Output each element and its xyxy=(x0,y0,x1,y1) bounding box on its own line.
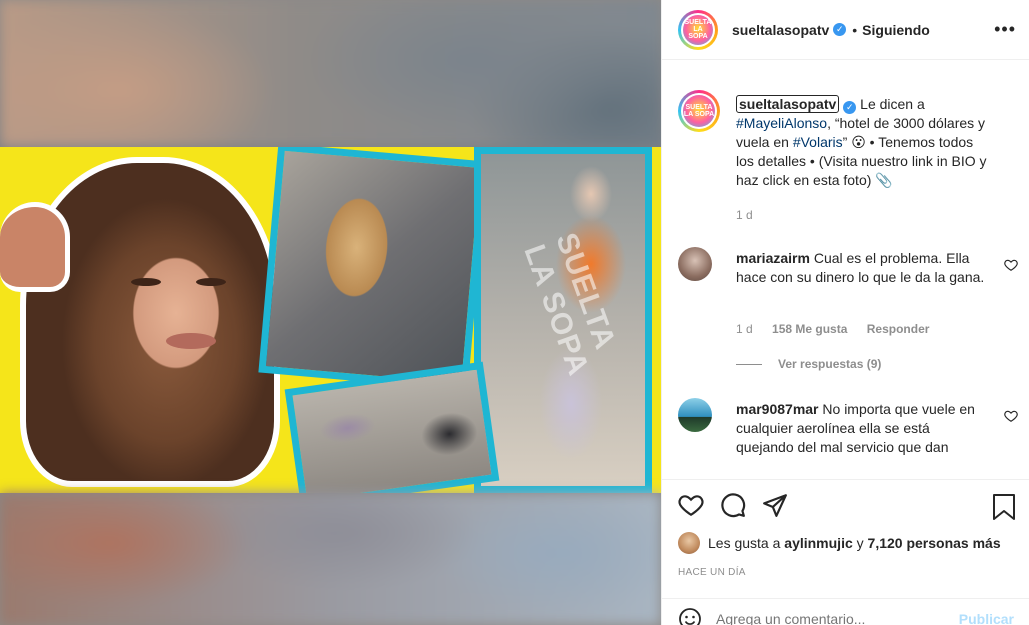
comment: mariazairm Cual es el problema. Ella hac… xyxy=(678,247,1018,377)
reply-button[interactable]: Responder xyxy=(867,322,930,336)
caption-username[interactable]: sueltalasopatv xyxy=(736,95,840,113)
eye-left xyxy=(131,278,161,286)
caption-avatar[interactable]: SUELTA LA SOPA xyxy=(678,90,720,132)
comment-likes[interactable]: 158 Me gusta xyxy=(772,322,847,336)
caption-time[interactable]: 1 d xyxy=(736,208,753,222)
likes-conjunction: y xyxy=(856,535,864,551)
like-comment-heart-icon[interactable] xyxy=(1004,258,1018,272)
comment-text: mariazairm Cual es el problema. Ella hac… xyxy=(736,249,990,287)
comment-meta: 1 d 158 Me gusta Responder xyxy=(736,322,929,336)
likes-count[interactable]: 7,120 personas más xyxy=(868,535,1001,551)
likes-summary: Les gusta a aylinmujic y 7,120 personas … xyxy=(678,532,1001,554)
caption-text: sueltalasopatv ✓ Le dicen a #MayeliAlonso… xyxy=(736,95,990,190)
post-media[interactable]: SUELTA LA SOPA xyxy=(0,0,661,625)
header-username[interactable]: sueltalasopatv xyxy=(732,22,829,38)
eye-right xyxy=(196,278,226,286)
publish-button[interactable]: Publicar xyxy=(959,611,1014,625)
liker-username[interactable]: aylinmujic xyxy=(784,535,852,551)
view-replies-label: Ver respuestas (9) xyxy=(778,357,882,371)
like-comment-heart-icon[interactable] xyxy=(1004,409,1018,423)
post-header: SUELTA LA SOPA sueltalasopatv ✓ • Siguie… xyxy=(662,0,1029,60)
verified-badge-icon: ✓ xyxy=(843,101,857,114)
brand-logo: SUELTA LA SOPA xyxy=(683,14,713,45)
liker-avatar[interactable] xyxy=(678,532,700,554)
hashtag-link[interactable]: #MayeliAlonso xyxy=(736,115,827,131)
add-comment-bar: Publicar xyxy=(662,598,1029,625)
airport-woman-panel xyxy=(258,147,488,391)
watermark-text: SUELTA LA SOPA xyxy=(517,228,622,381)
caption-text-before: Le dicen a xyxy=(860,96,925,112)
separator-dot: • xyxy=(852,21,858,38)
comment-username[interactable]: mar9087mar xyxy=(736,401,819,417)
comment-username[interactable]: mariazairm xyxy=(736,250,810,266)
divider-line xyxy=(736,363,762,365)
post-actions: Les gusta a aylinmujic y 7,120 personas … xyxy=(662,479,1029,625)
check-in-counter-panel: SUELTA LA SOPA xyxy=(474,147,652,493)
luggage-panel xyxy=(284,361,500,493)
brand-logo: SUELTA LA SOPA xyxy=(683,95,715,127)
verified-badge-icon: ✓ xyxy=(833,23,847,36)
comment-time[interactable]: 1 d xyxy=(736,322,753,336)
post-sidebar: SUELTA LA SOPA sueltalasopatv ✓ • Siguie… xyxy=(661,0,1029,625)
comment-input[interactable] xyxy=(716,610,959,625)
more-options-icon[interactable]: ••• xyxy=(994,20,1016,38)
woman-portrait xyxy=(20,157,280,487)
comment-text: mar9087mar No importa que vuele en cualq… xyxy=(736,400,990,457)
comments-list[interactable]: SUELTA LA SOPA sueltalasopatv ✓ Le dicen … xyxy=(662,61,1029,479)
woman-portrait-panel xyxy=(0,147,290,493)
avatar[interactable]: SUELTA LA SOPA xyxy=(678,9,718,50)
blurred-background-top xyxy=(0,0,661,147)
emoji-icon[interactable] xyxy=(678,607,702,625)
share-paper-plane-icon[interactable] xyxy=(762,492,788,518)
blurred-background-bottom xyxy=(0,493,661,625)
action-bar xyxy=(678,492,788,522)
lips xyxy=(166,333,216,349)
likes-prefix: Les gusta a xyxy=(708,535,781,551)
comment: mar9087mar No importa que vuele en cualq… xyxy=(678,398,1018,479)
like-heart-icon[interactable] xyxy=(678,492,704,518)
save-bookmark-icon[interactable] xyxy=(992,494,1016,520)
post-timestamp[interactable]: Hace un día xyxy=(678,567,746,578)
hand xyxy=(0,202,70,292)
caption: SUELTA LA SOPA sueltalasopatv ✓ Le dicen … xyxy=(678,90,1018,230)
view-replies-button[interactable]: Ver respuestas (9) xyxy=(736,357,881,371)
post-image[interactable]: SUELTA LA SOPA xyxy=(0,147,661,493)
hashtag-link[interactable]: #Volaris xyxy=(793,134,843,150)
comment-bubble-icon[interactable] xyxy=(720,492,746,518)
commenter-avatar[interactable] xyxy=(678,398,712,432)
following-button[interactable]: Siguiendo xyxy=(862,22,930,38)
commenter-avatar[interactable] xyxy=(678,247,712,281)
